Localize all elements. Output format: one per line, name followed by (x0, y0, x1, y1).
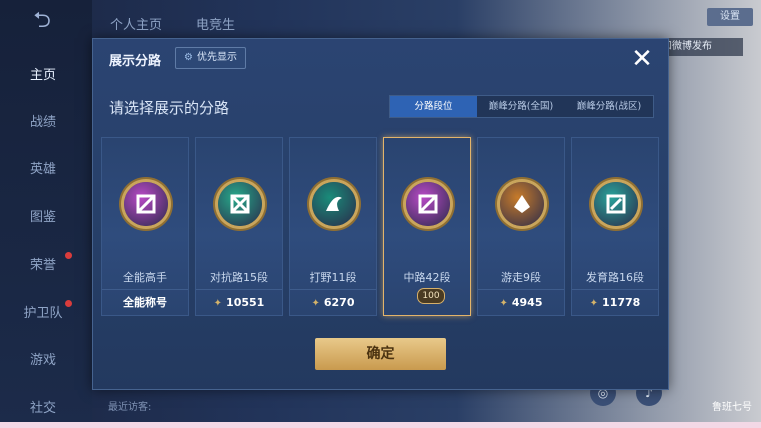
sidebar-item-collection[interactable]: 图鉴 (0, 206, 86, 225)
lane-card-score: 11778 (602, 296, 641, 309)
sidebar-item-label: 荣誉 (29, 258, 56, 273)
lane-card-name: 发育路16段 (586, 271, 644, 284)
sidebar-item-label: 护卫队 (23, 306, 63, 321)
lane-card-score: 6270 (323, 296, 355, 309)
tab-profile[interactable]: 个人主页 (110, 18, 162, 33)
lane-card-name: 打野11段 (309, 271, 357, 284)
notification-dot (65, 300, 72, 307)
lane-card-name: 游走9段 (501, 271, 541, 284)
lane-card[interactable]: 全能高手 全能称号 (101, 137, 189, 316)
priority-display-label: 优先显示 (196, 52, 237, 63)
segment-tabs: 分路段位 巅峰分路(全国) 巅峰分路(战区) (389, 95, 654, 118)
lane-card-score: 4945 (511, 296, 543, 309)
lane-card[interactable]: 游走9段 ✦ 4945 (477, 137, 565, 316)
lane-display-dialog: 展示分路 ⚙ 优先显示 ✕ 请选择展示的分路 分路段位 巅峰分路(全国) 巅峰分路… (92, 38, 669, 390)
back-arrow-icon[interactable]: ⮌ (22, 10, 62, 32)
hero-label: 鲁班七号 (712, 402, 752, 413)
bottom-bar (0, 422, 761, 428)
lane-rank-icon (312, 182, 356, 226)
tab-lane-rank[interactable]: 分路段位 (390, 96, 477, 117)
sidebar-item-game[interactable]: 游戏 (0, 349, 86, 368)
lane-card[interactable]: 打野11段 ✦ 6270 (289, 137, 377, 316)
lane-card-footer: ✦ 11778 (572, 289, 658, 316)
score-icon: ✦ (589, 298, 599, 309)
tab-peak-region[interactable]: 巅峰分路(战区) (565, 96, 653, 117)
lane-card[interactable]: 发育路16段 ✦ 11778 (571, 137, 659, 316)
lane-rank-icon (594, 182, 638, 226)
lane-card-footer: 全能称号 (102, 289, 188, 316)
lane-card-footer: ✦ 4945 (478, 289, 564, 316)
lane-card-score: 10551 (226, 296, 265, 309)
lane-rank-icon (124, 182, 168, 226)
lane-rank-icon (218, 182, 262, 226)
gear-icon: ⚙ (184, 52, 193, 63)
sidebar-item-record[interactable]: 战绩 (0, 111, 86, 130)
rank-badge: 100 (417, 288, 445, 304)
confirm-button[interactable]: 确定 (315, 338, 446, 370)
lane-card[interactable]: 中路42段 100 (383, 137, 471, 316)
score-icon: ✦ (213, 298, 223, 309)
close-button[interactable]: ✕ (625, 43, 659, 77)
lane-card-footer: ✦ 10551 (196, 289, 282, 316)
lane-card-name: 对抗路15段 (210, 271, 268, 284)
lane-rank-icon (406, 182, 450, 226)
tab-esports[interactable]: 电竞生 (196, 18, 235, 33)
sidebar-item-home[interactable]: 主页 (0, 64, 86, 83)
sidebar-item-heroes[interactable]: 英雄 (0, 158, 86, 177)
score-icon: ✦ (499, 298, 508, 309)
lane-card-score: 全能称号 (123, 296, 167, 309)
settings-button[interactable]: 设置 (707, 8, 753, 26)
lane-card-footer: ✦ 6270 (290, 289, 376, 316)
lane-card-name: 中路42段 (403, 271, 451, 284)
lane-card[interactable]: 对抗路15段 ✦ 10551 (195, 137, 283, 316)
lane-rank-icon (500, 182, 544, 226)
priority-display-button[interactable]: ⚙ 优先显示 (175, 47, 246, 69)
sidebar: ⮌ 主页 战绩 英雄 图鉴 荣誉 护卫队 游戏 社交 (0, 0, 92, 428)
sidebar-item-guard[interactable]: 护卫队 (0, 300, 86, 321)
top-tabs: 个人主页 电竞生 (110, 14, 269, 33)
tab-peak-national[interactable]: 巅峰分路(全国) (477, 96, 565, 117)
dialog-title: 展示分路 (109, 54, 162, 69)
sidebar-item-honor[interactable]: 荣誉 (0, 252, 86, 273)
recent-visitors-label: 最近访客: (108, 402, 152, 413)
score-icon: ✦ (311, 298, 320, 309)
dialog-subtitle: 请选择展示的分路 (109, 99, 230, 117)
notification-dot (65, 252, 72, 259)
sidebar-item-social[interactable]: 社交 (0, 397, 86, 416)
lane-card-name: 全能高手 (123, 271, 167, 284)
